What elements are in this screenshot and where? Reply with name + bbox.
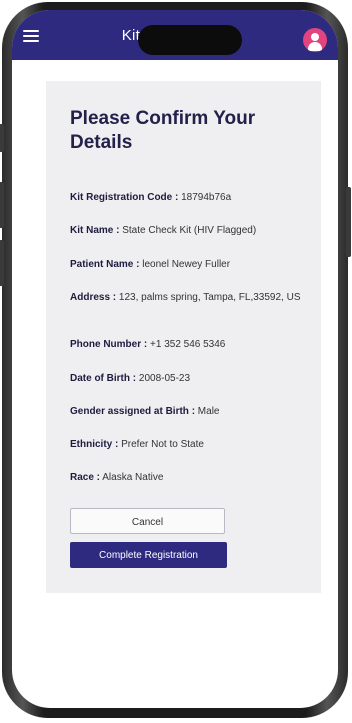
detail-kit-registration-code: Kit Registration Code : 18794b76a [70,191,305,205]
phone-side-button [0,182,4,228]
detail-label: Ethnicity : [70,439,119,450]
detail-patient-name: Patient Name : leonel Newey Fuller [70,258,305,272]
detail-race: Race : Alaska Native [70,471,305,485]
detail-kit-name: Kit Name : State Check Kit (HIV Flagged) [70,224,305,238]
phone-side-button [0,240,4,286]
detail-gender: Gender assigned at Birth : Male [70,405,305,419]
complete-registration-button[interactable]: Complete Registration [70,542,227,568]
phone-side-button [0,124,4,152]
detail-ethnicity: Ethnicity : Prefer Not to State [70,438,305,452]
detail-label: Gender assigned at Birth : [70,406,196,417]
detail-label: Date of Birth : [70,373,137,384]
detail-value: +1 352 546 5346 [147,339,226,350]
detail-label: Phone Number : [70,339,148,350]
detail-value: Alaska Native [100,472,164,483]
detail-value: Male [195,406,220,417]
camera-notch [138,25,242,55]
cancel-button[interactable]: Cancel [70,508,225,534]
app-bar: Kit Registration [12,10,338,60]
detail-date-of-birth: Date of Birth : 2008-05-23 [70,372,305,386]
detail-value: 123, palms spring, Tampa, FL,33592, US [116,292,301,303]
detail-value: 2008-05-23 [136,373,191,384]
detail-label: Patient Name : [70,259,140,270]
detail-phone-number: Phone Number : +1 352 546 5346 [70,338,305,352]
detail-value: Prefer Not to State [118,439,204,450]
detail-value: leonel Newey Fuller [139,259,231,270]
phone-screen: Kit Registration Please Confirm Your Det… [12,10,338,708]
detail-label: Kit Name : [70,225,120,236]
user-avatar-icon[interactable] [303,28,327,52]
phone-side-button [346,187,351,257]
detail-label: Race : [70,472,101,483]
page-title: Please Confirm Your Details [70,108,256,153]
confirm-details-card: Please Confirm Your Details Kit Registra… [46,81,321,593]
detail-label: Address : [70,292,117,303]
detail-address: Address : 123, palms spring, Tampa, FL,3… [70,291,305,305]
detail-value: State Check Kit (HIV Flagged) [119,225,257,236]
detail-value: 18794b76a [178,192,232,203]
detail-label: Kit Registration Code : [70,192,179,203]
